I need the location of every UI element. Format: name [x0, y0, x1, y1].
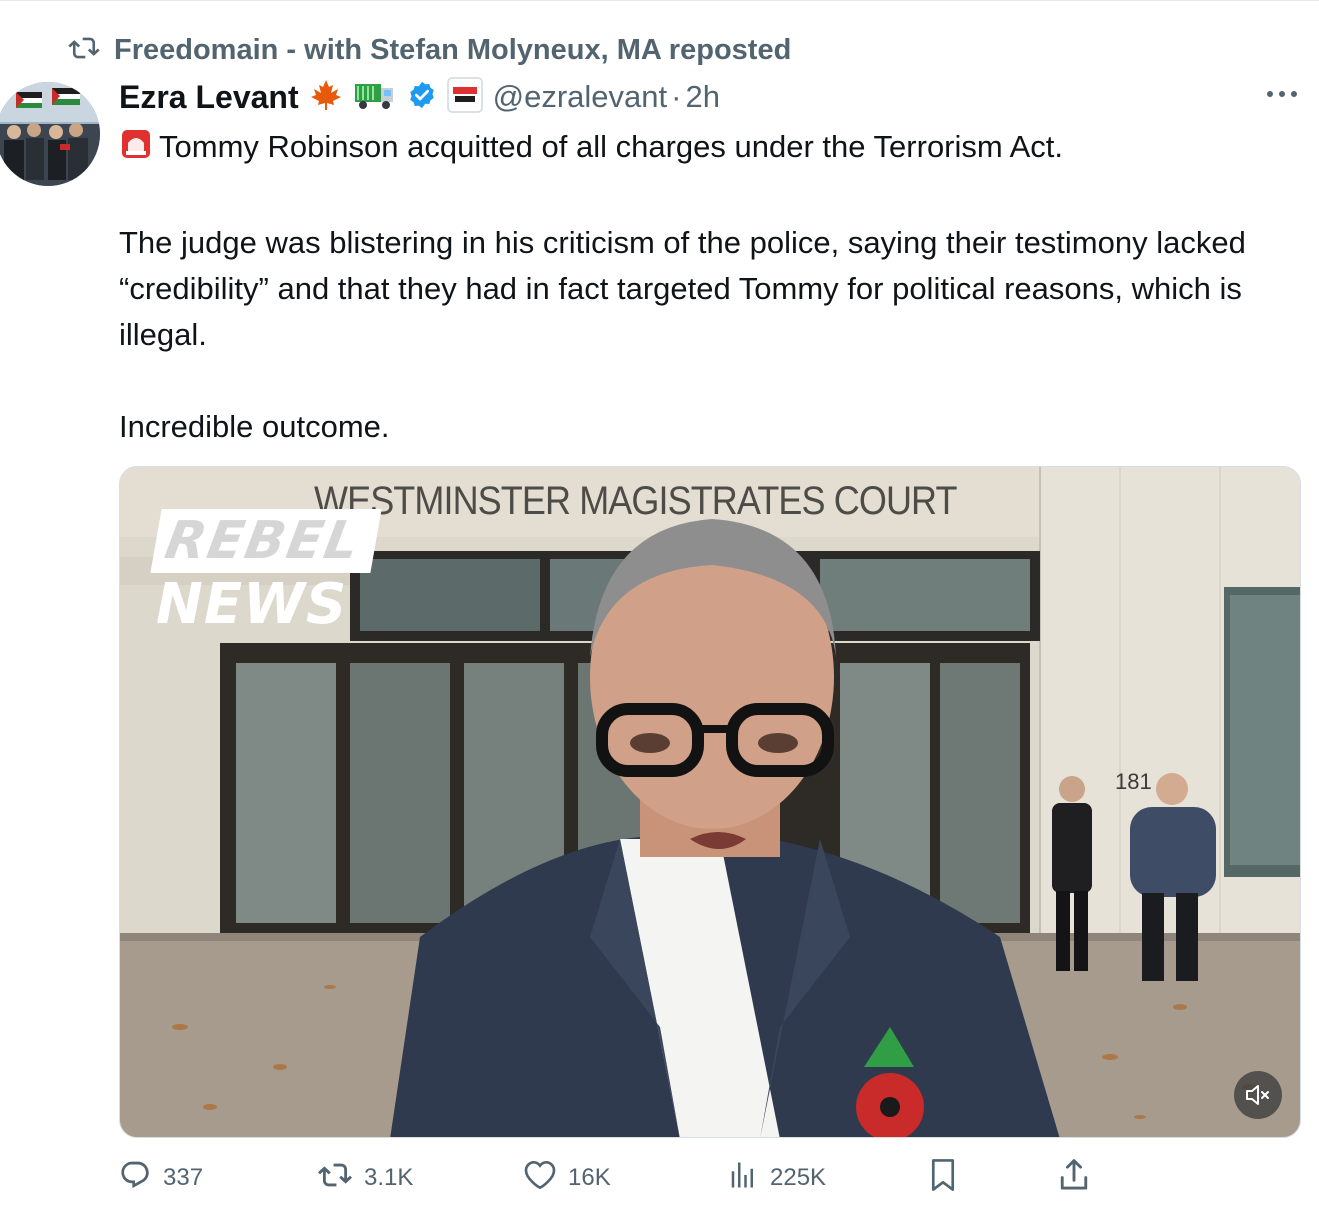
tweet-paragraph-3: Incredible outcome. [119, 409, 390, 444]
tweet-text-line1: Tommy Robinson acquitted of all charges … [119, 124, 1289, 174]
reply-icon [119, 1159, 151, 1198]
more-options-icon[interactable] [1264, 84, 1304, 112]
tweet-line1-text: Tommy Robinson acquitted of all charges … [159, 129, 1064, 164]
maple-leaf-icon [309, 78, 343, 117]
volume-muted-icon[interactable] [1234, 1071, 1282, 1119]
rebel-news-badge-icon[interactable] [446, 76, 483, 118]
repost-context[interactable]: Freedomain - with Stefan Molyneux, MA re… [68, 30, 791, 70]
repost-label[interactable]: Freedomain - with Stefan Molyneux, MA re… [114, 34, 791, 67]
court-sign: WESTMINSTER MAGISTRATES COURT [314, 479, 957, 523]
police-light-icon [119, 127, 153, 174]
share-button[interactable] [1058, 1150, 1090, 1206]
heart-icon [524, 1160, 556, 1197]
truck-icon [353, 78, 397, 117]
share-icon [1058, 1158, 1090, 1199]
reply-count: 337 [163, 1164, 204, 1191]
repost-button[interactable]: 3.1K [318, 1150, 413, 1206]
bookmark-button[interactable] [928, 1150, 958, 1206]
building-number: 181 [1115, 769, 1152, 794]
verified-badge-icon[interactable] [407, 80, 437, 115]
analytics-icon [728, 1160, 758, 1197]
author-avatar[interactable] [0, 82, 100, 186]
tweet-header: Ezra Levant @ezralevant · 2h [119, 76, 720, 118]
repost-icon [68, 35, 100, 66]
tweet-text: Tommy Robinson acquitted of all charges … [119, 124, 1289, 450]
views-button[interactable]: 225K [728, 1150, 826, 1206]
author-name[interactable]: Ezra Levant [119, 79, 299, 116]
repost-action-icon [318, 1160, 352, 1197]
like-button[interactable]: 16K [524, 1150, 611, 1206]
separator-dot: · [671, 79, 682, 114]
action-bar: 337 3.1K 16K 225K [0, 1150, 1319, 1210]
tweet-video[interactable]: WESTMINSTER MAGISTRATES COURT REBEL NEWS… [119, 466, 1301, 1138]
rebel-news-logo: REBEL NEWS [150, 509, 396, 637]
repost-count: 3.1K [364, 1164, 414, 1191]
author-handle[interactable]: @ezralevant [493, 79, 668, 115]
bookmark-icon [928, 1158, 958, 1199]
reply-button[interactable]: 337 [119, 1150, 203, 1206]
tweet-timestamp[interactable]: 2h [685, 79, 719, 115]
logo-bottom-text: NEWS [156, 572, 348, 637]
top-divider [0, 0, 1319, 1]
like-count: 16K [568, 1164, 611, 1191]
logo-top-text: REBEL [150, 509, 382, 573]
tweet-paragraph-2: The judge was blistering in his criticis… [119, 225, 1246, 352]
views-count: 225K [770, 1164, 827, 1191]
